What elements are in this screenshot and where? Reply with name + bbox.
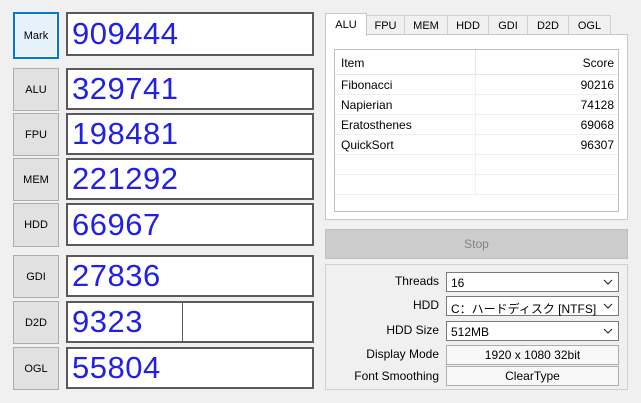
list-item-name: QuickSort bbox=[341, 138, 394, 152]
column-header-item[interactable]: Item bbox=[341, 56, 364, 70]
tab-gdi[interactable]: GDI bbox=[488, 15, 528, 35]
tab-mem-label: MEM bbox=[413, 19, 439, 32]
d2d-button-label: D2D bbox=[24, 316, 47, 329]
list-item-score: 90216 bbox=[580, 78, 614, 92]
list-item-name: Napierian bbox=[341, 98, 393, 112]
row-separator bbox=[475, 75, 476, 94]
results-list-header: Item Score bbox=[335, 50, 618, 75]
tab-mem[interactable]: MEM bbox=[404, 15, 448, 35]
list-item-score: 74128 bbox=[580, 98, 614, 112]
mem-button-label: MEM bbox=[23, 173, 49, 186]
list-item[interactable]: Eratosthenes 69068 bbox=[335, 115, 618, 135]
ogl-button[interactable]: OGL bbox=[13, 347, 59, 390]
row-separator bbox=[475, 135, 476, 154]
font-smoothing-field: ClearType bbox=[446, 366, 619, 386]
fpu-score-box: 198481 bbox=[66, 113, 314, 155]
hdd-size-select-value: 512MB bbox=[451, 325, 490, 339]
hdd-button-label: HDD bbox=[24, 219, 48, 231]
threads-select[interactable]: 16 bbox=[446, 272, 619, 292]
ogl-score-value: 55804 bbox=[72, 350, 161, 385]
tab-ogl[interactable]: OGL bbox=[568, 15, 611, 35]
d2d-score-value: 9323 bbox=[72, 304, 143, 339]
settings-panel: Threads 16 HDD C：ハードディスク [NTFS] HDD Size… bbox=[325, 264, 628, 390]
gdi-button-label: GDI bbox=[26, 270, 46, 283]
alu-score-value: 329741 bbox=[72, 71, 179, 106]
mem-button[interactable]: MEM bbox=[13, 158, 59, 201]
ogl-button-label: OGL bbox=[24, 362, 48, 375]
alu-tab-panel: Item Score Fibonacci 90216 Napierian 741… bbox=[325, 34, 628, 220]
display-mode-label: Display Mode bbox=[366, 347, 439, 361]
tab-d2d[interactable]: D2D bbox=[527, 15, 569, 35]
tab-alu[interactable]: ALU bbox=[325, 13, 367, 36]
list-item[interactable]: Fibonacci 90216 bbox=[335, 75, 618, 95]
tab-hdd[interactable]: HDD bbox=[447, 15, 489, 35]
d2d-score-divider bbox=[182, 303, 183, 341]
fpu-button-label: FPU bbox=[25, 128, 47, 141]
mem-score-box: 221292 bbox=[66, 158, 314, 200]
hdd-select[interactable]: C：ハードディスク [NTFS] bbox=[446, 296, 619, 316]
row-separator bbox=[475, 95, 476, 114]
list-item-empty bbox=[335, 175, 618, 195]
tab-fpu[interactable]: FPU bbox=[366, 15, 405, 35]
row-separator bbox=[475, 155, 476, 174]
list-item-name: Fibonacci bbox=[341, 78, 393, 92]
tab-gdi-label: GDI bbox=[498, 19, 518, 32]
d2d-button[interactable]: D2D bbox=[13, 301, 59, 344]
threads-select-value: 16 bbox=[451, 276, 465, 290]
column-separator bbox=[475, 50, 476, 74]
hdd-size-label: HDD Size bbox=[386, 323, 439, 337]
font-smoothing-value: ClearType bbox=[505, 369, 560, 383]
gdi-score-box: 27836 bbox=[66, 255, 314, 297]
display-mode-field: 1920 x 1080 32bit bbox=[446, 345, 619, 365]
list-item-name: Eratosthenes bbox=[341, 118, 412, 132]
tab-ogl-label: OGL bbox=[577, 19, 602, 32]
alu-score-box: 329741 bbox=[66, 68, 314, 110]
mark-score-value: 909444 bbox=[72, 16, 179, 51]
stop-button[interactable]: Stop bbox=[325, 229, 628, 259]
column-header-score[interactable]: Score bbox=[583, 56, 614, 70]
d2d-score-box: 9323 bbox=[66, 301, 314, 343]
alu-button-label: ALU bbox=[25, 83, 47, 96]
tab-d2d-label: D2D bbox=[536, 19, 559, 32]
alu-button[interactable]: ALU bbox=[13, 68, 59, 111]
hdd-score-value: 66967 bbox=[72, 206, 161, 242]
fpu-score-value: 198481 bbox=[72, 116, 179, 151]
tab-fpu-label: FPU bbox=[374, 19, 397, 32]
row-separator bbox=[475, 175, 476, 194]
ogl-score-box: 55804 bbox=[66, 347, 314, 389]
hdd-score-box: 66967 bbox=[66, 203, 314, 246]
hdd-label: HDD bbox=[413, 298, 439, 312]
threads-label: Threads bbox=[394, 274, 439, 288]
hdd-select-value: C：ハードディスク [NTFS] bbox=[451, 302, 597, 316]
stop-button-label: Stop bbox=[464, 237, 489, 251]
list-item-score: 96307 bbox=[580, 138, 614, 152]
gdi-button[interactable]: GDI bbox=[13, 255, 59, 298]
chevron-down-icon bbox=[603, 279, 613, 285]
mark-button-label: Mark bbox=[23, 29, 49, 42]
list-item[interactable]: QuickSort 96307 bbox=[335, 135, 618, 155]
tab-hdd-label: HDD bbox=[456, 19, 480, 32]
fpu-button[interactable]: FPU bbox=[13, 113, 59, 156]
gdi-score-value: 27836 bbox=[72, 258, 161, 293]
tab-alu-label: ALU bbox=[335, 19, 357, 31]
chevron-down-icon bbox=[603, 328, 613, 334]
mark-score-box: 909444 bbox=[66, 12, 314, 56]
font-smoothing-label: Font Smoothing bbox=[354, 369, 439, 383]
mark-button[interactable]: Mark bbox=[13, 12, 59, 59]
results-list[interactable]: Item Score Fibonacci 90216 Napierian 741… bbox=[334, 49, 619, 212]
list-item-score: 69068 bbox=[580, 118, 614, 132]
chevron-down-icon bbox=[603, 303, 613, 309]
row-separator bbox=[475, 115, 476, 134]
display-mode-value: 1920 x 1080 32bit bbox=[484, 348, 581, 362]
hdd-button[interactable]: HDD bbox=[13, 203, 59, 247]
list-item-empty bbox=[335, 155, 618, 175]
mem-score-value: 221292 bbox=[72, 161, 179, 196]
list-item[interactable]: Napierian 74128 bbox=[335, 95, 618, 115]
hdd-size-select[interactable]: 512MB bbox=[446, 321, 619, 341]
